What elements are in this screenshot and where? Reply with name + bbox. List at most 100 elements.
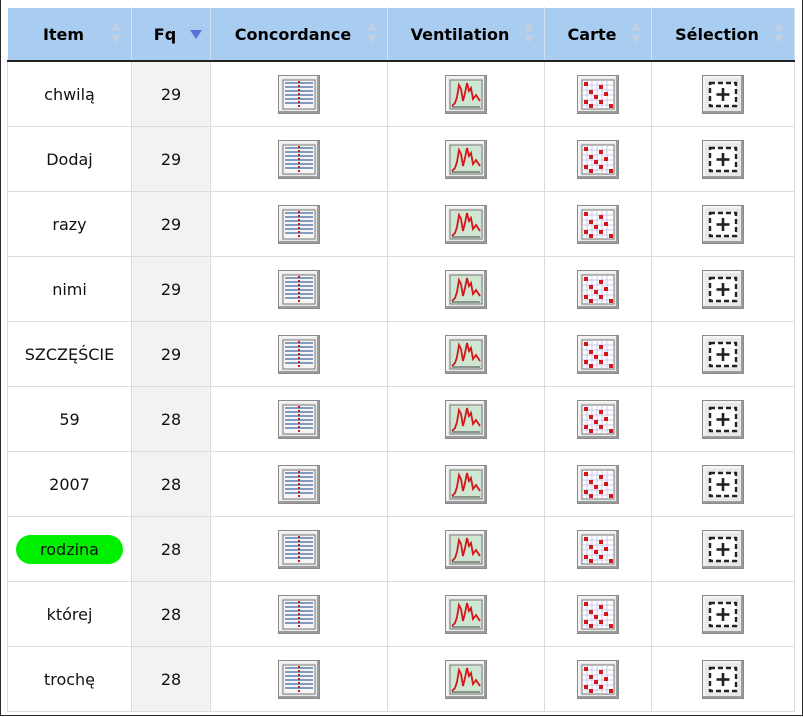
column-header-carte[interactable]: Carte	[544, 7, 652, 62]
ventilation-button[interactable]	[445, 269, 487, 309]
selection-button[interactable]	[702, 139, 744, 179]
ventilation-button[interactable]	[445, 74, 487, 114]
item-cell: rodzina	[7, 516, 132, 582]
item-label[interactable]: której	[47, 605, 93, 624]
selection-button[interactable]	[702, 74, 744, 114]
selection-button[interactable]	[702, 594, 744, 634]
column-header-item[interactable]: Item	[7, 7, 132, 62]
column-header-selection[interactable]: Sélection	[651, 7, 795, 62]
ventilation-button[interactable]	[445, 139, 487, 179]
item-label[interactable]: 59	[59, 410, 79, 429]
concordance-button[interactable]	[278, 399, 320, 439]
fq-cell: 29	[131, 321, 211, 387]
carte-button[interactable]	[577, 334, 619, 374]
sort-icon[interactable]	[366, 22, 378, 46]
carte-button[interactable]	[577, 659, 619, 699]
ventilation-cell	[387, 191, 545, 257]
column-header-fq-label: Fq	[153, 24, 177, 44]
concordance-cell	[210, 646, 388, 712]
selection-button[interactable]	[702, 269, 744, 309]
ventilation-button[interactable]	[445, 659, 487, 699]
item-label[interactable]: chwilą	[44, 85, 95, 104]
fq-cell: 29	[131, 191, 211, 257]
column-header-item-label: Item	[42, 24, 85, 44]
item-label[interactable]: razy	[52, 215, 86, 234]
concordance-cell	[210, 60, 388, 127]
sort-icon[interactable]	[773, 22, 785, 46]
column-header-ventilation[interactable]: Ventilation	[387, 7, 545, 62]
carte-button[interactable]	[577, 594, 619, 634]
carte-cell	[544, 386, 652, 452]
column-header-carte-label: Carte	[567, 24, 617, 44]
table-row: 2007 28	[7, 451, 795, 517]
concordance-button[interactable]	[278, 464, 320, 504]
item-cell: trochę	[7, 646, 132, 712]
carte-button[interactable]	[577, 464, 619, 504]
sort-icon[interactable]	[630, 22, 642, 46]
carte-cell	[544, 321, 652, 387]
item-label[interactable]: 2007	[49, 475, 90, 494]
ventilation-button[interactable]	[445, 204, 487, 244]
concordance-button[interactable]	[278, 139, 320, 179]
concordance-button[interactable]	[278, 204, 320, 244]
selection-button[interactable]	[702, 399, 744, 439]
carte-button[interactable]	[577, 139, 619, 179]
header-row: Item Fq Concordance Ventilation Carte Sé…	[7, 7, 795, 62]
concordance-button[interactable]	[278, 594, 320, 634]
selection-cell	[651, 321, 795, 387]
selection-button[interactable]	[702, 464, 744, 504]
column-header-fq[interactable]: Fq	[131, 7, 211, 62]
concordance-cell	[210, 581, 388, 647]
item-label[interactable]: SZCZĘŚCIE	[25, 345, 115, 364]
ventilation-button[interactable]	[445, 334, 487, 374]
highlighted-item-label[interactable]: rodzina	[16, 534, 123, 564]
selection-button[interactable]	[702, 204, 744, 244]
fq-cell: 28	[131, 646, 211, 712]
table-row: SZCZĘŚCIE 29	[7, 321, 795, 387]
selection-button[interactable]	[702, 529, 744, 569]
carte-button[interactable]	[577, 204, 619, 244]
concordance-cell	[210, 321, 388, 387]
table-row: chwilą 29	[7, 60, 795, 127]
item-label[interactable]: trochę	[44, 670, 95, 689]
selection-cell	[651, 386, 795, 452]
table-row: której 28	[7, 581, 795, 647]
column-header-concordance[interactable]: Concordance	[210, 7, 388, 62]
carte-cell	[544, 646, 652, 712]
fq-cell: 29	[131, 60, 211, 127]
sort-icon[interactable]	[523, 22, 535, 46]
selection-button[interactable]	[702, 334, 744, 374]
table-row: rodzina 28	[7, 516, 795, 582]
ventilation-button[interactable]	[445, 594, 487, 634]
item-label[interactable]: nimi	[52, 280, 87, 299]
ventilation-button[interactable]	[445, 399, 487, 439]
selection-button[interactable]	[702, 659, 744, 699]
concordance-button[interactable]	[278, 74, 320, 114]
ventilation-cell	[387, 646, 545, 712]
carte-button[interactable]	[577, 269, 619, 309]
ventilation-cell	[387, 386, 545, 452]
item-label[interactable]: Dodaj	[46, 150, 93, 169]
carte-button[interactable]	[577, 74, 619, 114]
selection-cell	[651, 256, 795, 322]
selection-cell	[651, 451, 795, 517]
frequency-table: Item Fq Concordance Ventilation Carte Sé…	[7, 7, 795, 712]
ventilation-button[interactable]	[445, 464, 487, 504]
item-cell: chwilą	[7, 60, 132, 127]
concordance-button[interactable]	[278, 659, 320, 699]
carte-button[interactable]	[577, 399, 619, 439]
concordance-cell	[210, 191, 388, 257]
carte-cell	[544, 581, 652, 647]
fq-cell: 29	[131, 256, 211, 322]
selection-cell	[651, 191, 795, 257]
concordance-button[interactable]	[278, 269, 320, 309]
concordance-cell	[210, 516, 388, 582]
sort-descending-icon[interactable]	[189, 22, 202, 46]
fq-cell: 28	[131, 451, 211, 517]
concordance-button[interactable]	[278, 529, 320, 569]
carte-cell	[544, 516, 652, 582]
ventilation-button[interactable]	[445, 529, 487, 569]
sort-icon[interactable]	[110, 22, 122, 46]
concordance-button[interactable]	[278, 334, 320, 374]
carte-button[interactable]	[577, 529, 619, 569]
